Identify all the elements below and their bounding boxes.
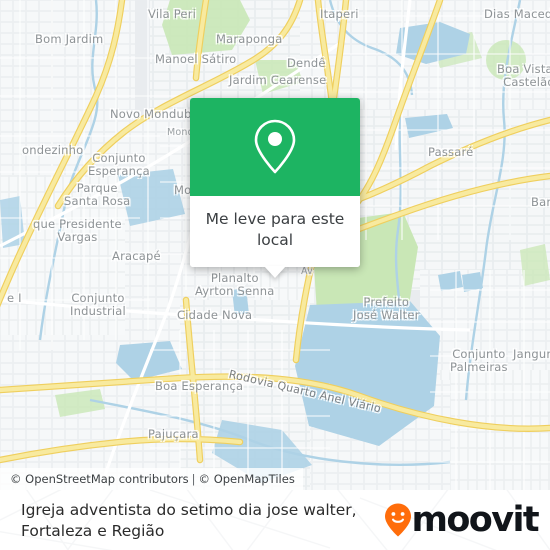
destination-popup[interactable]: Me leve para este local [190,98,360,278]
popup-body: Me leve para este local [190,196,360,267]
popup-header [190,98,360,196]
footer-content: Igreja adventista do setimo dia jose wal… [0,490,550,550]
popup-label: Me leve para este local [205,210,345,249]
map-pin-icon [254,119,296,174]
moovit-map-page: Bom Jardim Vila Peri Maraponga Itaperi Dias … [0,0,550,550]
page-title: Igreja adventista do setimo dia jose wal… [21,501,357,540]
map-attribution: © OpenStreetMap contributors | © OpenMap… [0,468,303,490]
footer-bar: Igreja adventista do setimo dia jose wal… [0,490,550,550]
popup-tail-arrow [264,266,286,278]
attribution-openmaptiles[interactable]: © OpenMapTiles [199,472,295,486]
attribution-osm[interactable]: © OpenStreetMap contributors [10,472,189,486]
attribution-separator: | [191,472,196,486]
moovit-smiley-pin-icon [385,503,412,537]
map-canvas[interactable]: Bom Jardim Vila Peri Maraponga Itaperi Dias … [0,0,550,490]
moovit-brand[interactable]: moovit [383,499,540,540]
moovit-wordmark: moovit [411,499,539,540]
